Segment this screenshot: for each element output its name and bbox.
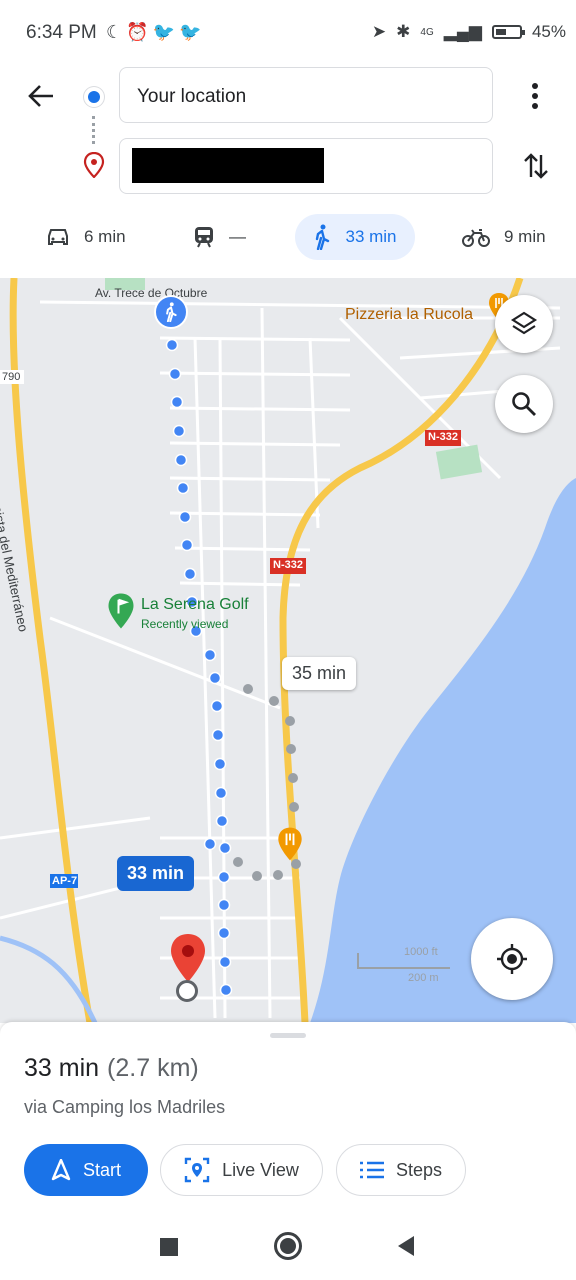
start-label: Start <box>82 1159 121 1180</box>
back-nav-button[interactable] <box>396 1235 416 1257</box>
swap-vert-icon <box>524 153 548 179</box>
mode-drive[interactable]: 6 min <box>46 214 126 260</box>
twitter-icon: 🐦 <box>152 22 179 42</box>
road-790-label: 790 <box>2 371 21 383</box>
golf-pin-icon[interactable] <box>106 592 136 630</box>
golf-recently-viewed: Recently viewed <box>141 617 229 631</box>
location-arrow-icon: ➤ <box>371 22 387 41</box>
my-location-icon <box>497 944 527 974</box>
alarm-icon: ⏰ <box>126 22 153 42</box>
steps-label: Steps <box>395 1159 443 1180</box>
network-label: 4G <box>420 26 434 38</box>
restaurant-pin-icon[interactable] <box>276 826 304 862</box>
live-view-icon <box>184 1157 210 1183</box>
origin-walk-marker <box>154 295 188 329</box>
destination-marker-icon[interactable] <box>168 932 208 986</box>
map-view[interactable]: Av. Trece de Octubre Pizzeria la Rucola … <box>0 278 576 1023</box>
golf-name[interactable]: La Serena Golf <box>141 596 249 614</box>
destination-pin-icon <box>83 152 105 178</box>
mode-transit[interactable]: — <box>193 214 246 260</box>
scale-ft: 1000 ft <box>404 946 438 958</box>
home-button[interactable] <box>274 1232 302 1260</box>
scale-m: 200 m <box>408 972 439 984</box>
signal-icon: ▂▄▆ <box>443 22 482 41</box>
live-view-label: Live View <box>222 1159 299 1180</box>
pizzeria-label[interactable]: Pizzeria la Rucola <box>345 306 473 324</box>
walk-icon <box>316 224 330 250</box>
route-via: via Camping los Madriles <box>24 1097 226 1117</box>
layers-button[interactable] <box>495 295 553 353</box>
system-nav-bar <box>0 1216 576 1280</box>
origin-dot-icon <box>84 87 104 107</box>
start-button[interactable]: Start <box>24 1144 148 1196</box>
search-map-button[interactable] <box>495 375 553 433</box>
train-icon <box>195 227 213 248</box>
steps-button[interactable]: Steps <box>336 1144 466 1196</box>
car-icon <box>48 229 68 245</box>
battery-icon <box>491 25 525 39</box>
my-location-button[interactable] <box>471 918 553 1000</box>
mode-bike-label: 9 min <box>504 227 546 246</box>
alt-route-time-chip[interactable]: 35 min <box>282 657 357 690</box>
walk-icon <box>166 302 177 322</box>
twitter-icon: 🐦 <box>178 22 206 42</box>
sheet-drag-handle[interactable] <box>270 1033 306 1038</box>
battery-percent: 45% <box>531 22 566 41</box>
main-route-time-chip[interactable]: 33 min <box>117 856 195 891</box>
bluetooth-icon: ✱ <box>396 22 411 41</box>
destination-redacted <box>132 148 324 183</box>
recents-button[interactable] <box>160 1238 178 1256</box>
origin-input[interactable]: Your location <box>119 67 493 123</box>
destination-endpoint <box>176 980 198 1002</box>
mode-transit-label: — <box>229 227 246 246</box>
search-icon <box>512 392 536 416</box>
back-arrow-icon <box>28 85 53 107</box>
route-duration: 33 min <box>24 1054 100 1082</box>
status-notification-icons: ☾⏰🐦🐦 <box>106 22 205 43</box>
n332-shield-b: N-332 <box>273 559 303 571</box>
list-icon <box>359 1161 384 1179</box>
swap-route-button[interactable] <box>516 146 556 186</box>
mode-bike[interactable]: 9 min <box>462 214 546 260</box>
layers-icon <box>510 311 538 335</box>
status-right: ➤ ✱ 4G ▂▄▆ 45% <box>372 22 566 42</box>
origin-text: Your location <box>137 86 247 107</box>
n332-shield-a: N-332 <box>428 431 458 443</box>
mode-walk[interactable]: 33 min <box>295 214 415 260</box>
status-time: 6:34 PM <box>26 22 97 43</box>
status-bar: 6:34 PM ☾⏰🐦🐦 ➤ ✱ 4G ▂▄▆ 45% <box>0 0 576 66</box>
moon-icon: ☾ <box>106 22 127 42</box>
map-canvas <box>0 278 576 1023</box>
navigation-arrow-icon <box>51 1159 71 1181</box>
route-duration-row: 33 min (2.7 km) <box>24 1054 199 1083</box>
mode-drive-label: 6 min <box>84 227 126 246</box>
street-label-top: Av. Trece de Octubre <box>95 286 208 300</box>
back-button[interactable] <box>20 78 62 114</box>
live-view-button[interactable]: Live View <box>160 1144 323 1196</box>
route-distance: (2.7 km) <box>107 1054 199 1082</box>
more-options-button[interactable] <box>518 78 552 114</box>
route-connector <box>92 116 98 144</box>
ap7-shield: AP-7 <box>52 875 78 887</box>
destination-input[interactable] <box>119 138 493 194</box>
home-icon <box>280 1238 296 1254</box>
more-vert-icon <box>532 83 538 109</box>
mode-walk-label: 33 min <box>345 227 397 246</box>
bike-icon <box>462 229 490 247</box>
